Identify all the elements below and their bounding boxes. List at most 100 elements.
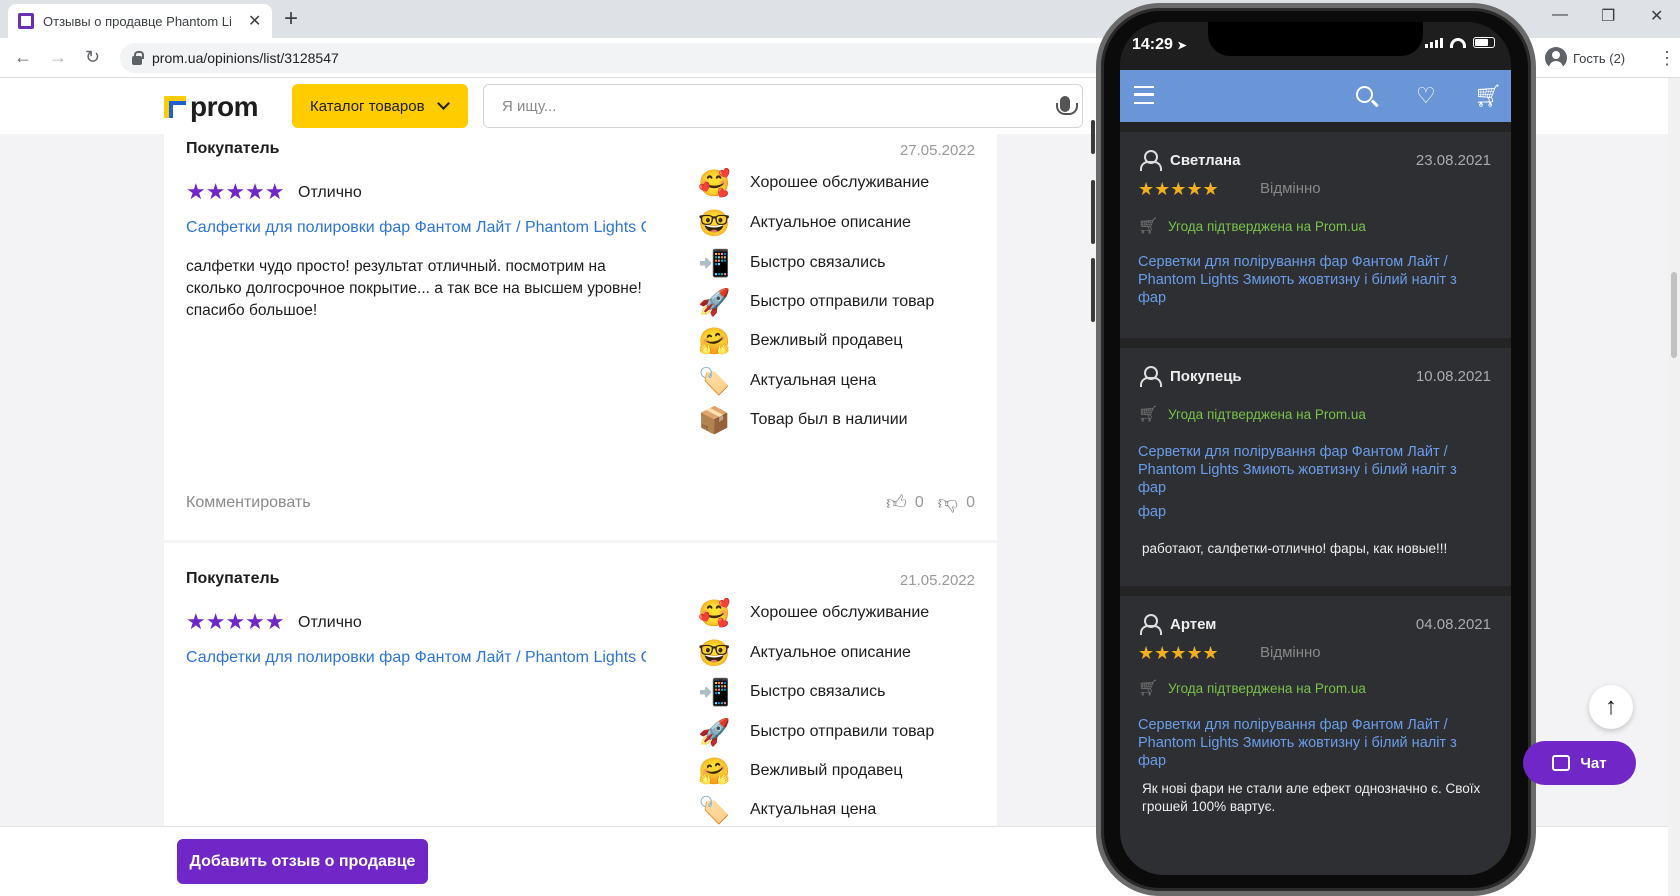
- minimize-button[interactable]: —: [1552, 6, 1568, 24]
- tag-item: 📲 Быстро связались: [698, 248, 885, 278]
- tag-label: Хорошее обслуживание: [750, 174, 930, 191]
- reviewer-name: Светлана: [1170, 152, 1241, 169]
- reviewer-name: Артем: [1170, 616, 1217, 633]
- phone-volume-button: [1091, 258, 1095, 322]
- close-window-button[interactable]: ✕: [1650, 6, 1663, 26]
- user-icon: [1140, 150, 1162, 171]
- dislike-button[interactable]: 👎︎ 0: [938, 491, 975, 515]
- tag-item: 🥰 Хорошее обслуживание: [698, 168, 929, 198]
- tag-label: Вежливый продавец: [750, 762, 903, 779]
- review-date: 27.05.2022: [899, 142, 975, 159]
- product-link[interactable]: Серветки для полірування фар Фантом Лайт…: [1138, 716, 1478, 770]
- chat-label: Чат: [1580, 754, 1607, 772]
- review-author: Покупатель: [186, 140, 280, 157]
- tag-item: 🚀 Быстро отправили товар: [698, 717, 934, 747]
- like-button[interactable]: 👍︎ 0: [886, 491, 924, 515]
- nerd-face-icon: 🤓: [698, 638, 731, 668]
- catalog-label: Каталог товаров: [310, 97, 425, 115]
- profile-button[interactable]: Гость (2): [1545, 44, 1625, 72]
- rating-word: Відмінно: [1260, 180, 1321, 197]
- tag-item: 🥰 Хорошее обслуживание: [698, 598, 929, 628]
- url-text: prom.ua/opinions/list/3128547: [152, 50, 339, 66]
- mobile-review-card: Артем 04.08.2021 ★★★★★ Відмінно 🛒︎ Угода…: [1120, 596, 1511, 875]
- scrollbar-thumb[interactable]: [1671, 272, 1677, 358]
- mobile-review-card: Светлана 23.08.2021 ★★★★★ Відмінно 🛒︎ Уг…: [1120, 132, 1511, 338]
- scrollbar[interactable]: [1668, 78, 1680, 896]
- scroll-to-top-button[interactable]: ↑: [1589, 685, 1633, 729]
- tag-item: 🤓 Актуальное описание: [698, 638, 911, 668]
- tag-label: Товар был в наличии: [750, 411, 908, 428]
- verified-deal: 🛒︎ Угода підтверджена на Prom.ua: [1138, 678, 1366, 698]
- cart-icon: 🛒︎: [1138, 406, 1159, 423]
- rocket-icon: 🚀: [698, 287, 731, 317]
- smiling-hearts-icon: 🥰: [698, 168, 731, 198]
- logo-text: prom: [190, 91, 259, 122]
- star-rating: ★★★★★: [1138, 180, 1219, 198]
- status-bar: 14:29 ➤: [1120, 22, 1511, 70]
- maximize-button[interactable]: ❐: [1601, 6, 1615, 26]
- prom-logo[interactable]: prom: [164, 91, 259, 123]
- tag-label: Вежливый продавец: [750, 332, 903, 349]
- tag-item: 📦 Товар был в наличии: [698, 405, 908, 435]
- product-link-tail[interactable]: фар: [1138, 503, 1478, 521]
- nerd-face-icon: 🤓: [698, 208, 731, 238]
- product-link[interactable]: Серветки для полірування фар Фантом Лайт…: [1138, 443, 1478, 497]
- tag-label: Быстро связались: [750, 683, 886, 700]
- verified-label: Угода підтверджена на Prom.ua: [1168, 218, 1366, 234]
- tag-item: 🚀 Быстро отправили товар: [698, 287, 934, 317]
- url-field[interactable]: prom.ua/opinions/list/3128547: [120, 43, 1120, 73]
- favicon-icon: [18, 13, 34, 29]
- catalog-button[interactable]: Каталог товаров: [292, 84, 468, 128]
- forward-icon[interactable]: →: [49, 47, 67, 68]
- tab-title: Отзывы о продавце Phantom Li: [43, 13, 232, 29]
- review-card: Покупатель 27.05.2022 ★★★★★ Отлично Салф…: [164, 128, 997, 540]
- microphone-icon[interactable]: [1056, 96, 1078, 115]
- tag-item: 🏷️ Актуальная цена: [698, 366, 876, 396]
- heart-icon[interactable]: ♡: [1416, 83, 1436, 109]
- thumbs-down-icon: 👎︎: [937, 492, 959, 514]
- phone-volume-button: [1091, 180, 1095, 244]
- back-icon[interactable]: ←: [14, 47, 32, 68]
- chat-icon: [1552, 755, 1571, 771]
- search-placeholder: Я ищу...: [502, 97, 557, 115]
- status-time: 14:29 ➤: [1132, 36, 1187, 53]
- product-link[interactable]: Салфетки для полировки фар Фантом Лайт /…: [186, 219, 646, 237]
- search-input[interactable]: Я ищу...: [483, 84, 1083, 128]
- product-link[interactable]: Салфетки для полировки фар Фантом Лайт /…: [186, 649, 646, 667]
- star-rating: ★★★★★: [186, 181, 285, 203]
- review-text: работают, салфетки-отлично! фары, как но…: [1142, 541, 1448, 556]
- stars-glyphs: ★★★★★: [1138, 179, 1219, 199]
- cart-icon[interactable]: 🛒︎: [1474, 83, 1502, 109]
- rating-word: Отлично: [298, 184, 362, 201]
- hamburger-menu-icon[interactable]: [1134, 86, 1154, 104]
- comment-button[interactable]: Комментировать: [186, 494, 311, 512]
- cart-icon: 🛒︎: [1138, 680, 1159, 697]
- tag-item: 🤗 Вежливый продавец: [698, 326, 902, 356]
- reload-icon[interactable]: ↻: [85, 47, 100, 68]
- product-link[interactable]: Серветки для полірування фар Фантом Лайт…: [1138, 253, 1478, 307]
- location-icon: ➤: [1177, 40, 1187, 52]
- browser-tab[interactable]: Отзывы о продавце Phantom Li ✕: [8, 4, 272, 38]
- new-tab-button[interactable]: +: [284, 6, 298, 32]
- add-review-button[interactable]: Добавить отзыв о продавце: [177, 839, 428, 884]
- review-date: 23.08.2021: [1415, 152, 1491, 169]
- tag-label: Актуальное описание: [750, 214, 911, 231]
- stars-glyphs: ★★★★★: [186, 609, 285, 634]
- tab-close-icon[interactable]: ✕: [248, 11, 261, 31]
- wifi-icon: [1450, 37, 1466, 48]
- tag-item: 🤓 Актуальное описание: [698, 208, 911, 238]
- tag-label: Актуальное описание: [750, 644, 911, 661]
- search-icon[interactable]: [1356, 86, 1373, 103]
- dislike-count: 0: [966, 494, 975, 511]
- user-icon: [1140, 366, 1162, 387]
- avatar-icon: [1545, 47, 1567, 69]
- browser-menu-icon[interactable]: ⋮: [1658, 48, 1676, 69]
- tag-label: Быстро отправили товар: [750, 293, 935, 310]
- review-date: 04.08.2021: [1415, 616, 1491, 633]
- chat-button[interactable]: Чат: [1523, 741, 1636, 785]
- price-tag-icon: 🏷️: [698, 366, 731, 396]
- tag-label: Быстро отправили товар: [750, 723, 935, 740]
- cart-icon: 🛒︎: [1138, 218, 1159, 235]
- hugging-face-icon: 🤗: [698, 756, 731, 786]
- tag-item: 🤗 Вежливый продавец: [698, 756, 902, 786]
